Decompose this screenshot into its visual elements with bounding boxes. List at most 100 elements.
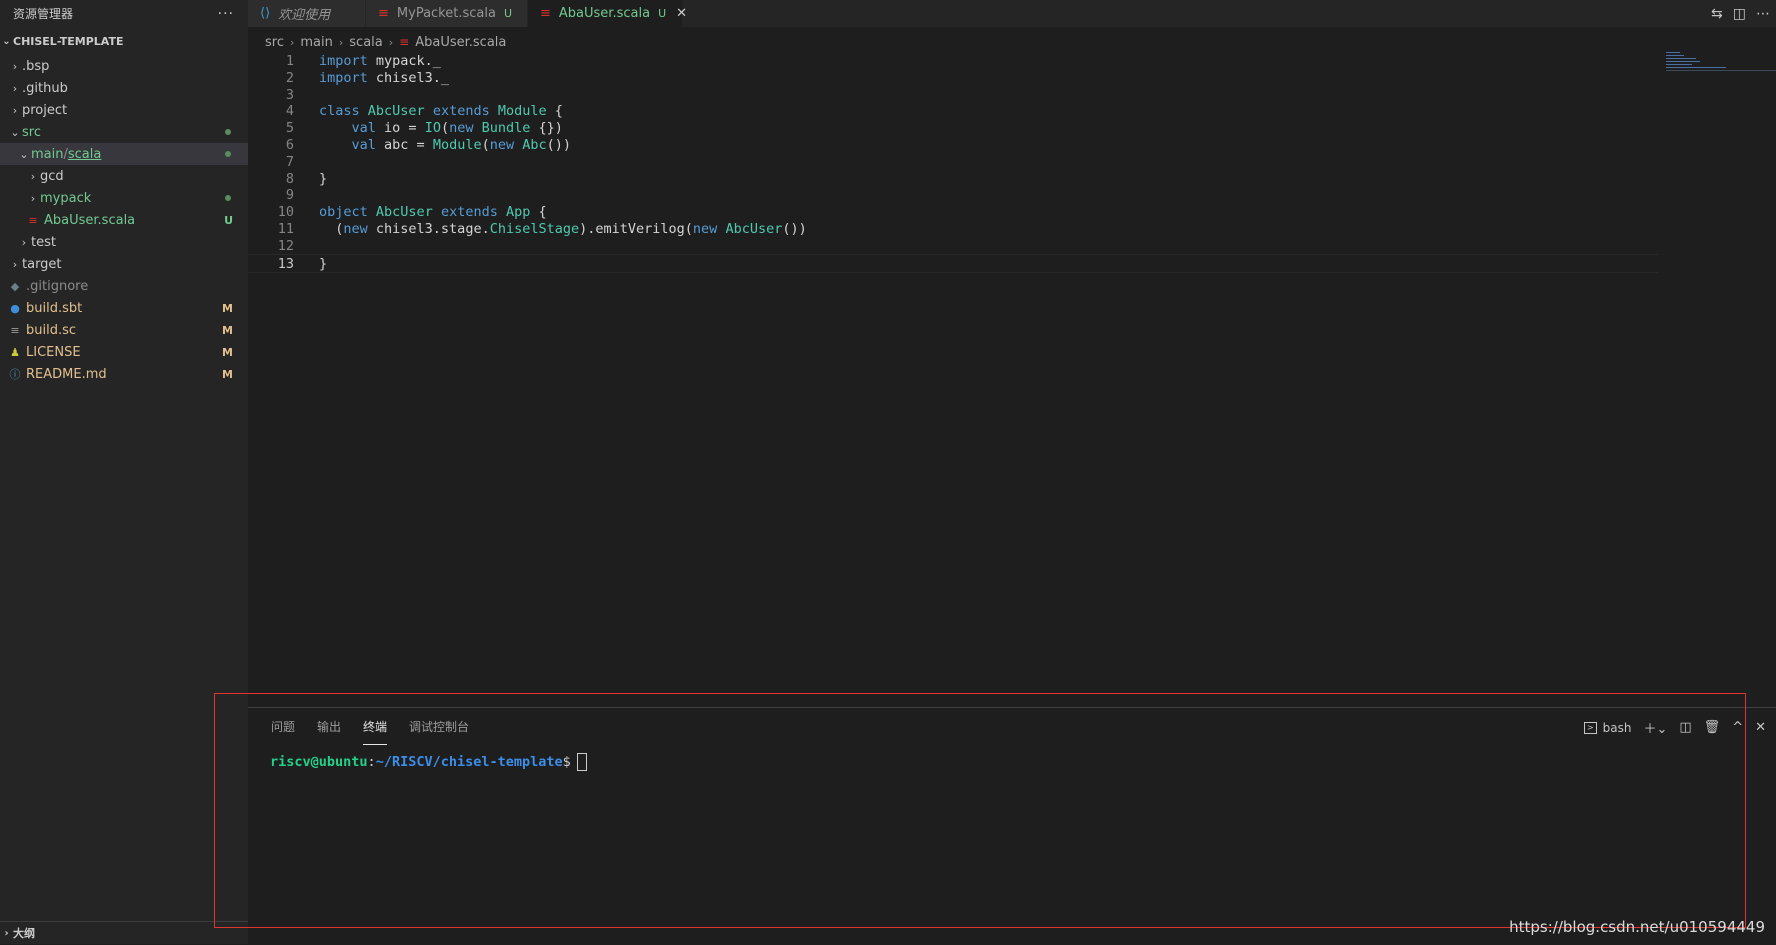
editor-tab-bar: ⟨⟩ 欢迎使用 ≡ MyPacket.scala U ≡ AbaUser.sca… — [248, 0, 1776, 27]
file-type-icon: ♟ — [10, 345, 20, 359]
tree-item-license[interactable]: ♟ LICENSE M — [0, 341, 248, 363]
tree-item-build-sc[interactable]: ≡ build.sc M — [0, 319, 248, 341]
chevron-right-icon: › — [30, 191, 36, 205]
tree-item-label: target — [22, 256, 62, 272]
tab-label: 欢迎使用 — [278, 8, 331, 23]
open-changes-icon[interactable]: ⇆ — [1711, 6, 1723, 22]
close-panel-icon[interactable]: ✕ — [1755, 720, 1766, 735]
tree-item-label: .github — [22, 80, 68, 96]
tree-item-build-sbt[interactable]: ● build.sbt M — [0, 297, 248, 319]
code-token: ()) — [782, 221, 807, 237]
code-token: val — [351, 120, 376, 137]
tab-mypacket[interactable]: ≡ MyPacket.scala U — [366, 0, 528, 27]
tree-item-project[interactable]: › project — [0, 99, 248, 121]
tab-terminal[interactable]: 终端 — [363, 716, 388, 745]
vscode-icon: ⟨⟩ — [260, 6, 271, 21]
split-terminal-icon[interactable]: ◫ — [1679, 720, 1691, 735]
tab-output[interactable]: 输出 — [317, 716, 341, 744]
untracked-badge: U — [503, 7, 513, 20]
code-line[interactable]: 13} — [248, 253, 1658, 274]
git-status-badge: M — [222, 301, 233, 315]
tab-problems[interactable]: 问题 — [271, 716, 295, 744]
more-actions-icon[interactable]: ⋯ — [1756, 6, 1770, 22]
watermark: https://blog.csdn.net/u010594449 — [1509, 918, 1765, 936]
tab-debug-console[interactable]: 调试控制台 — [409, 716, 469, 744]
workspace-section-header[interactable]: ⌄ CHISEL-TEMPLATE — [0, 27, 248, 55]
split-editor-icon[interactable]: ◫ — [1733, 6, 1746, 22]
tree-item-label: README.md — [26, 366, 107, 382]
code-token: Module — [497, 103, 547, 120]
tree-item-bsp[interactable]: › .bsp — [0, 55, 248, 77]
trash-icon[interactable]: 🗑 — [1704, 720, 1721, 735]
chevron-right-icon: › — [12, 103, 18, 117]
panel-tabs: 问题 输出 终端 调试控制台 — [271, 716, 469, 745]
tree-item-github[interactable]: › .github — [0, 77, 248, 99]
tab-welcome[interactable]: ⟨⟩ 欢迎使用 — [248, 0, 366, 27]
tree-item-readme-md[interactable]: ⓘ README.md M — [0, 363, 248, 385]
git-status-badge: M — [222, 345, 233, 359]
breadcrumb-item[interactable]: src — [265, 35, 284, 50]
terminal-output[interactable]: riscv@ubuntu:~/RISCV/chisel-template$ — [270, 753, 587, 771]
prompt-path: ~/RISCV/chisel-template — [375, 754, 563, 770]
code-token: } — [319, 255, 328, 272]
outline-section-header[interactable]: › 大纲 — [0, 921, 248, 944]
new-terminal-icon[interactable]: ＋⌄ — [1643, 718, 1667, 737]
terminal-name: bash — [1602, 720, 1632, 735]
tree-item-main[interactable]: ⌄ main / scala — [0, 143, 248, 165]
tree-item-test[interactable]: › test — [0, 231, 248, 253]
breadcrumb-item[interactable]: main — [300, 35, 332, 50]
breadcrumb-item[interactable]: scala — [349, 35, 382, 50]
modified-dot-icon — [225, 129, 231, 135]
code-token: AbcUser — [375, 204, 433, 221]
code-token: ).emitVerilog( — [579, 221, 693, 237]
file-type-icon: ≡ — [28, 213, 38, 227]
more-actions-icon[interactable]: ··· — [218, 6, 234, 22]
code-token: chisel3.stage. — [367, 221, 490, 237]
tree-item-label: .gitignore — [26, 278, 89, 294]
close-tab-icon[interactable]: ✕ — [676, 6, 687, 21]
modified-dot-icon — [225, 151, 231, 157]
code-token: ChiselStage — [489, 221, 580, 237]
chevron-down-icon: ⌄ — [2, 35, 11, 47]
tree-item-label: mypack — [40, 190, 92, 206]
tree-item-label: .bsp — [22, 58, 50, 74]
file-tree: › .bsp › .github › project ⌄ src ⌄ main / scala › g… — [0, 55, 248, 385]
chevron-right-icon: › — [21, 235, 27, 249]
terminal-icon: > — [1583, 721, 1597, 734]
tree-item-target[interactable]: › target — [0, 253, 248, 275]
tree-item-gcd[interactable]: › gcd — [0, 165, 248, 187]
code-editor[interactable]: 1 import mypack._ 2 import chisel3._ 3 4 class… — [248, 52, 1658, 702]
terminal-selector[interactable]: > bash — [1583, 720, 1632, 735]
tab-abauser[interactable]: ≡ AbaUser.scala U ✕ — [528, 0, 687, 27]
tree-item-label: main — [31, 146, 64, 162]
tree-item-mypack[interactable]: › mypack — [0, 187, 248, 209]
scala-icon: ≡ — [399, 35, 410, 49]
code-token: abc = — [375, 137, 433, 153]
tree-item-label: gcd — [40, 168, 64, 184]
git-status-badge: U — [224, 213, 233, 227]
minimap[interactable] — [1666, 52, 1776, 82]
scala-icon: ≡ — [378, 6, 389, 21]
code-token: { — [546, 103, 563, 120]
chevron-right-icon: › — [12, 59, 18, 73]
code-text: } — [319, 255, 327, 274]
code-token: Bundle — [481, 120, 531, 137]
tree-item-src[interactable]: ⌄ src — [0, 121, 248, 143]
code-token: ( — [319, 221, 344, 237]
explorer-sidebar: 资源管理器 ··· ⌄ CHISEL-TEMPLATE › .bsp › .githu… — [0, 0, 248, 944]
code-token: class — [319, 103, 360, 120]
bottom-panel: 问题 输出 终端 调试控制台 > bash ＋⌄ ◫ 🗑 ^ ✕ riscv@u… — [248, 707, 1776, 945]
compact-folder-label[interactable]: scala — [68, 147, 101, 162]
prompt-symbol: $ — [562, 754, 571, 770]
chevron-right-icon: › — [4, 927, 9, 939]
tree-item-gitignore[interactable]: ◆ .gitignore — [0, 275, 248, 297]
code-token: {}) — [530, 120, 563, 137]
breadcrumb-item[interactable]: AbaUser.scala — [415, 35, 506, 50]
file-type-icon: ⓘ — [9, 368, 21, 381]
tree-item-abauser-scala[interactable]: ≡ AbaUser.scala U — [0, 209, 248, 231]
code-token: AbcUser — [367, 103, 425, 120]
maximize-panel-icon[interactable]: ^ — [1732, 720, 1743, 735]
